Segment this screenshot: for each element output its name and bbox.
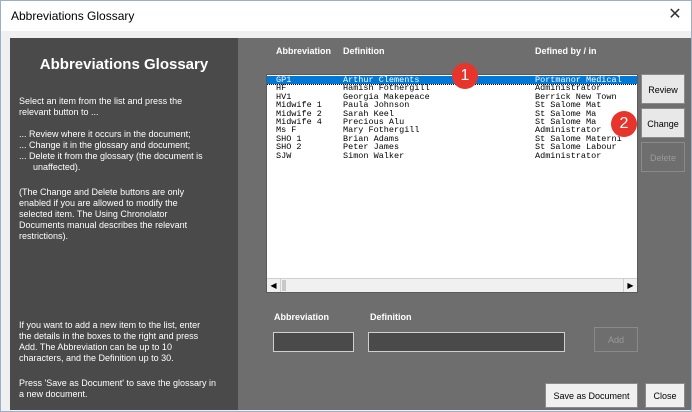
- help-add-line: characters, and the Definition up to 30.: [19, 353, 174, 363]
- column-header-abbreviation: Abbreviation: [276, 46, 332, 56]
- abbreviation-cell: SJW: [276, 150, 292, 161]
- help-note-line: Documents manual describes the relevant: [19, 220, 188, 230]
- help-note-line: selected item. The Using Chronolator: [19, 209, 168, 219]
- title-bar: Abbreviations Glossary ✕: [1, 1, 691, 31]
- scroll-left-icon[interactable]: ◀: [267, 279, 281, 292]
- help-note: (The Change and Delete buttons are only …: [19, 187, 234, 242]
- review-button[interactable]: Review: [641, 74, 685, 104]
- help-add-line: Add. The Abbreviation can be up to 10: [19, 342, 172, 352]
- help-panel: Abbreviations Glossary Select an item fr…: [10, 38, 238, 410]
- close-button[interactable]: Close: [645, 383, 685, 408]
- help-bullets: ... Review where it occurs in the docume…: [19, 129, 234, 173]
- help-intro-line: Select an item from the list and press t…: [19, 96, 183, 106]
- horizontal-scrollbar[interactable]: ◀ ▶: [267, 278, 637, 292]
- close-window-icon[interactable]: ✕: [665, 5, 685, 25]
- help-intro: Select an item from the list and press t…: [19, 96, 234, 118]
- new-definition-input[interactable]: [368, 332, 565, 352]
- help-save: Press 'Save as Document' to save the glo…: [19, 378, 234, 400]
- help-add-line: the details in the boxes to the right an…: [19, 331, 199, 341]
- help-note-line: restrictions).: [19, 231, 69, 241]
- save-as-document-button[interactable]: Save as Document: [545, 383, 638, 408]
- definition-cell: Simon Walker: [343, 150, 405, 161]
- new-abbreviation-label: Abbreviation: [274, 312, 330, 322]
- help-note-line: enabled if you are allowed to modify the: [19, 198, 178, 208]
- column-header-defined-by: Defined by / in: [535, 46, 597, 56]
- help-add-line: If you want to add a new item to the lis…: [19, 320, 201, 330]
- defined-by-cell: Administrator: [535, 150, 602, 161]
- add-button[interactable]: Add: [594, 327, 638, 352]
- help-save-line: Press 'Save as Document' to save the glo…: [19, 378, 217, 388]
- help-bullet: unaffected).: [33, 162, 81, 172]
- callout-badge-2: 2: [611, 111, 637, 137]
- help-add: If you want to add a new item to the lis…: [19, 320, 234, 364]
- list-item[interactable]: SJW Simon Walker Administrator: [267, 150, 637, 161]
- glossary-rows: GP1 Arthur Clements Portmanor Medical HF Ham…: [267, 76, 637, 276]
- scroll-thumb[interactable]: [282, 280, 286, 291]
- delete-button[interactable]: Delete: [641, 142, 685, 172]
- help-bullet: ... Delete it from the glossary (the doc…: [19, 151, 203, 161]
- help-save-line: a new document.: [19, 389, 88, 399]
- help-bullet: ... Review where it occurs in the docume…: [19, 129, 191, 139]
- help-bullet: ... Change it in the glossary and docume…: [19, 140, 191, 150]
- new-definition-label: Definition: [370, 312, 412, 322]
- glossary-list[interactable]: GP1 Arthur Clements Portmanor Medical HF Ham…: [266, 74, 638, 293]
- help-heading: Abbreviations Glossary: [39, 56, 209, 73]
- column-header-definition: Definition: [343, 46, 385, 56]
- callout-badge-1: 1: [452, 63, 478, 89]
- help-note-line: (The Change and Delete buttons are only: [19, 187, 185, 197]
- new-abbreviation-input[interactable]: [273, 332, 354, 352]
- help-intro-line: relevant button to ...: [19, 107, 99, 117]
- change-button[interactable]: Change: [641, 108, 685, 138]
- window-title: Abbreviations Glossary: [11, 9, 135, 23]
- scroll-right-icon[interactable]: ▶: [623, 279, 637, 292]
